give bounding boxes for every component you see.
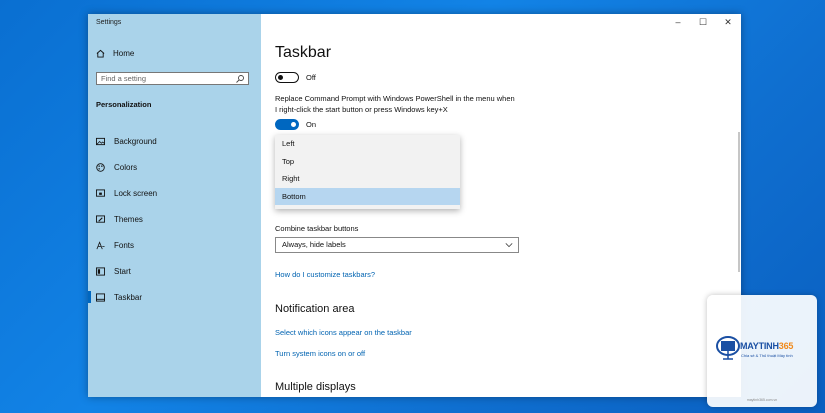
- brush-icon: [96, 214, 105, 224]
- sidebar-item-background[interactable]: Background: [88, 128, 261, 154]
- toggle-switch-off[interactable]: [275, 72, 299, 83]
- search-icon[interactable]: [235, 74, 245, 84]
- scrollbar[interactable]: [738, 132, 740, 272]
- search-input[interactable]: Find a setting: [96, 72, 249, 85]
- window-title: Settings: [96, 19, 122, 26]
- font-icon: [96, 240, 105, 250]
- palette-icon: [96, 162, 105, 172]
- toggle-state-label: Off: [306, 73, 316, 82]
- search-placeholder: Find a setting: [101, 74, 147, 83]
- watermark-brand: MAYTINH365: [740, 341, 793, 351]
- sidebar-item-start[interactable]: Start: [88, 258, 261, 284]
- toggle-switch-on[interactable]: [275, 119, 299, 130]
- combine-buttons-select[interactable]: Always, hide labels: [275, 237, 519, 253]
- main-content: Taskbar Off Replace Command Prompt with …: [275, 14, 735, 397]
- section-heading: Personalization: [96, 100, 152, 109]
- sidebar-item-label: Background: [114, 136, 157, 146]
- toggle-knob: [278, 74, 283, 80]
- menu-option-left[interactable]: Left: [275, 135, 460, 153]
- watermark-footer: maytinh365.com.vn: [746, 398, 778, 402]
- sidebar-item-colors[interactable]: Colors: [88, 154, 261, 180]
- sidebar-item-taskbar[interactable]: Taskbar: [88, 284, 261, 310]
- taskbar-location-menu: Left Top Right Bottom: [275, 135, 460, 209]
- select-icons-link[interactable]: Select which icons appear on the taskbar: [275, 328, 412, 337]
- sidebar-item-lock-screen[interactable]: Lock screen: [88, 180, 261, 206]
- watermark-logo: MAYTINH365 Chia sẻ & Thủ thuật Máy tính …: [707, 295, 817, 407]
- sidebar-item-label: Themes: [114, 214, 143, 224]
- brand-num: 365: [778, 341, 794, 351]
- settings-window: Settings Home Find a setting Personaliza…: [88, 14, 741, 397]
- sidebar-nav: Background Colors Lock screen Themes Fon…: [88, 128, 261, 310]
- sidebar-item-fonts[interactable]: Fonts: [88, 232, 261, 258]
- sidebar: Settings Home Find a setting Personaliza…: [88, 14, 261, 397]
- sidebar-item-label: Fonts: [114, 240, 135, 250]
- page-title: Taskbar: [275, 44, 332, 61]
- home-label: Home: [113, 49, 135, 58]
- sidebar-item-label: Start: [114, 266, 131, 276]
- watermark-tagline: Chia sẻ & Thủ thuật Máy tính: [741, 353, 793, 358]
- toggle-state-label: On: [306, 120, 317, 129]
- sidebar-item-themes[interactable]: Themes: [88, 206, 261, 232]
- menu-option-top[interactable]: Top: [275, 153, 460, 171]
- image-icon: [96, 137, 105, 146]
- start-icon: [96, 266, 105, 276]
- menu-option-bottom[interactable]: Bottom: [275, 187, 460, 205]
- powershell-description: Replace Command Prompt with Windows Powe…: [275, 94, 515, 114]
- notification-area-heading: Notification area: [275, 303, 355, 315]
- combine-label: Combine taskbar buttons: [275, 224, 359, 233]
- lock-screen-icon: [96, 188, 105, 198]
- chevron-down-icon: [505, 243, 513, 248]
- sidebar-item-label: Taskbar: [114, 292, 143, 302]
- home-icon: [96, 49, 105, 58]
- brand-main: MAYTINH: [740, 341, 779, 351]
- toggle-knob: [291, 122, 296, 127]
- customize-taskbars-link[interactable]: How do I customize taskbars?: [275, 270, 375, 279]
- sidebar-item-label: Colors: [114, 162, 138, 172]
- combine-value: Always, hide labels: [282, 240, 346, 249]
- home-nav-item[interactable]: Home: [96, 49, 134, 58]
- taskbar-icon: [96, 292, 105, 302]
- menu-option-right[interactable]: Right: [275, 170, 460, 188]
- multiple-displays-heading: Multiple displays: [275, 381, 356, 393]
- system-icons-link[interactable]: Turn system icons on or off: [275, 349, 365, 358]
- sidebar-item-label: Lock screen: [114, 188, 158, 198]
- logo-icon: [716, 336, 740, 360]
